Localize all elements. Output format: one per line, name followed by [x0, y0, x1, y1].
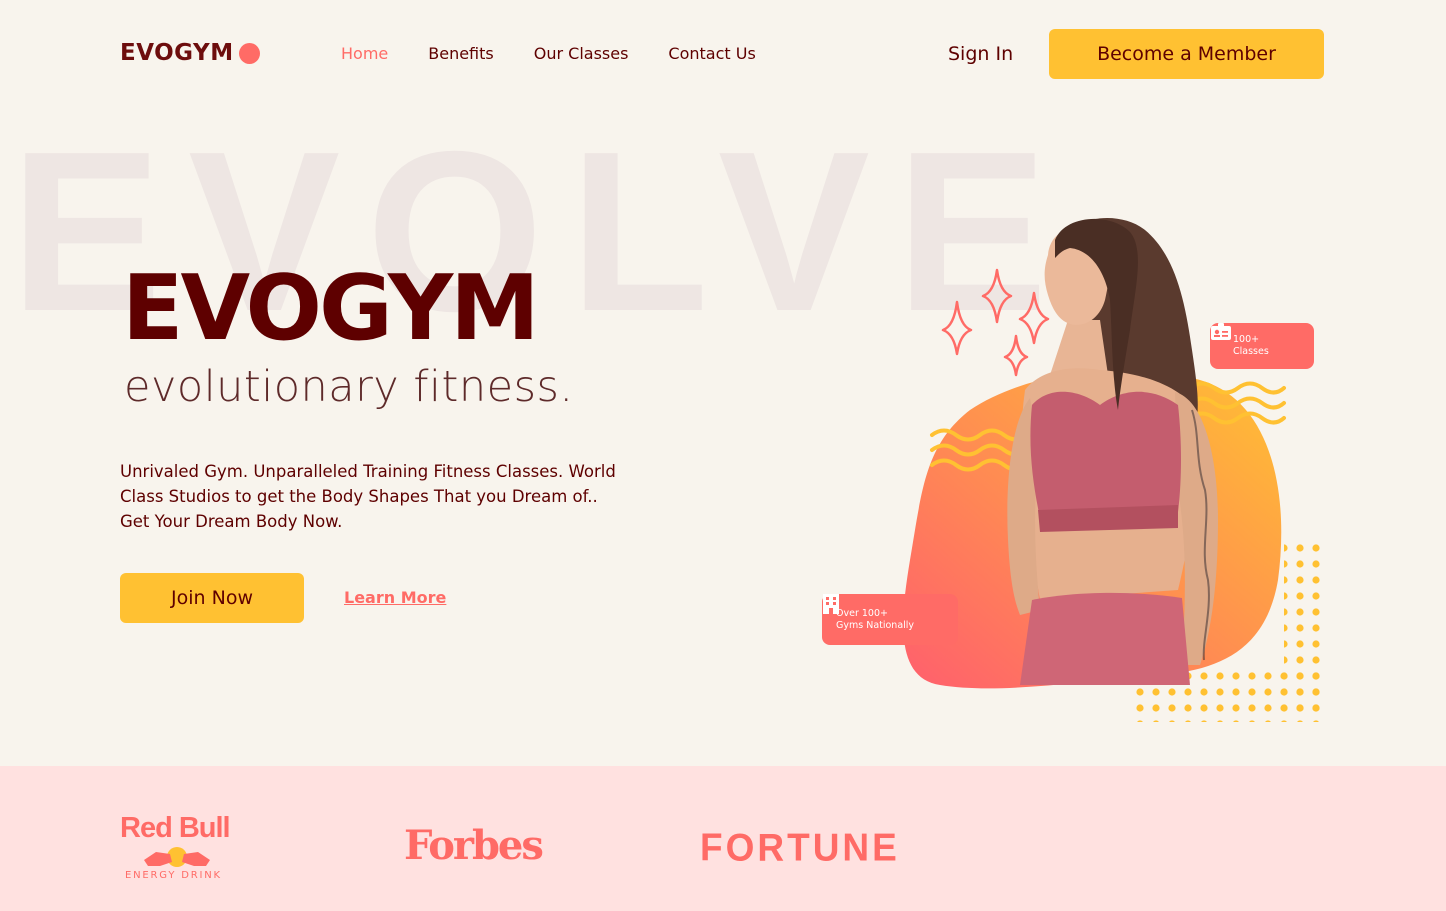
forbes-logo: Forbes	[404, 822, 544, 869]
hero-subtitle: evolutionary fitness.	[124, 362, 574, 412]
classes-badge: 100+ Classes	[1210, 323, 1314, 369]
nav-link-our-classes[interactable]: Our Classes	[534, 44, 629, 63]
navbar: EVOGYM Home Benefits Our Classes Contact…	[0, 0, 1446, 108]
hero-graphic: 100+ Classes Over 100+ Gyms Nationally	[800, 160, 1360, 740]
nav-links: Home Benefits Our Classes Contact Us	[341, 44, 796, 63]
nav-link-benefits[interactable]: Benefits	[428, 44, 494, 63]
learn-more-link[interactable]: Learn More	[344, 588, 446, 607]
gyms-badge-line1: Over 100+	[836, 607, 888, 619]
logo[interactable]: EVOGYM	[120, 40, 260, 66]
join-now-button[interactable]: Join Now	[120, 573, 304, 623]
classes-badge-text: 100+ Classes	[1233, 334, 1269, 358]
logo-text: EVOGYM	[120, 40, 234, 66]
fortune-logo: FORTUNE	[700, 825, 900, 870]
building-icon	[823, 594, 839, 614]
gyms-badge: Over 100+ Gyms Nationally	[822, 594, 958, 645]
sponsors-band: Red Bull ENERGY DRINK Forbes FORTUNE	[0, 766, 1446, 911]
gyms-badge-line2: Gyms Nationally	[836, 619, 915, 631]
redbull-logo: Red Bull ENERGY DRINK	[120, 812, 231, 882]
hero-title: EVOGYM	[122, 256, 540, 361]
sparkle-icon	[941, 268, 1050, 377]
nav-link-contact-us[interactable]: Contact Us	[668, 44, 755, 63]
sign-in-link[interactable]: Sign In	[948, 43, 1013, 65]
become-member-button[interactable]: Become a Member	[1049, 29, 1324, 79]
woman-figure	[1007, 218, 1218, 685]
id-card-icon	[1211, 323, 1231, 340]
gyms-badge-text: Over 100+ Gyms Nationally	[836, 608, 914, 632]
hero-illustration	[903, 218, 1328, 722]
redbull-bulls-icon	[144, 847, 210, 867]
redbull-wordmark: Red Bull	[120, 812, 231, 844]
classes-badge-line2: Classes	[1233, 346, 1269, 357]
nav-link-home[interactable]: Home	[341, 44, 388, 63]
logo-dot-icon	[238, 42, 260, 64]
hero-description: Unrivaled Gym. Unparalleled Training Fit…	[120, 462, 616, 531]
classes-badge-line1: 100+	[1233, 334, 1260, 345]
redbull-subtitle: ENERGY DRINK	[125, 870, 222, 881]
